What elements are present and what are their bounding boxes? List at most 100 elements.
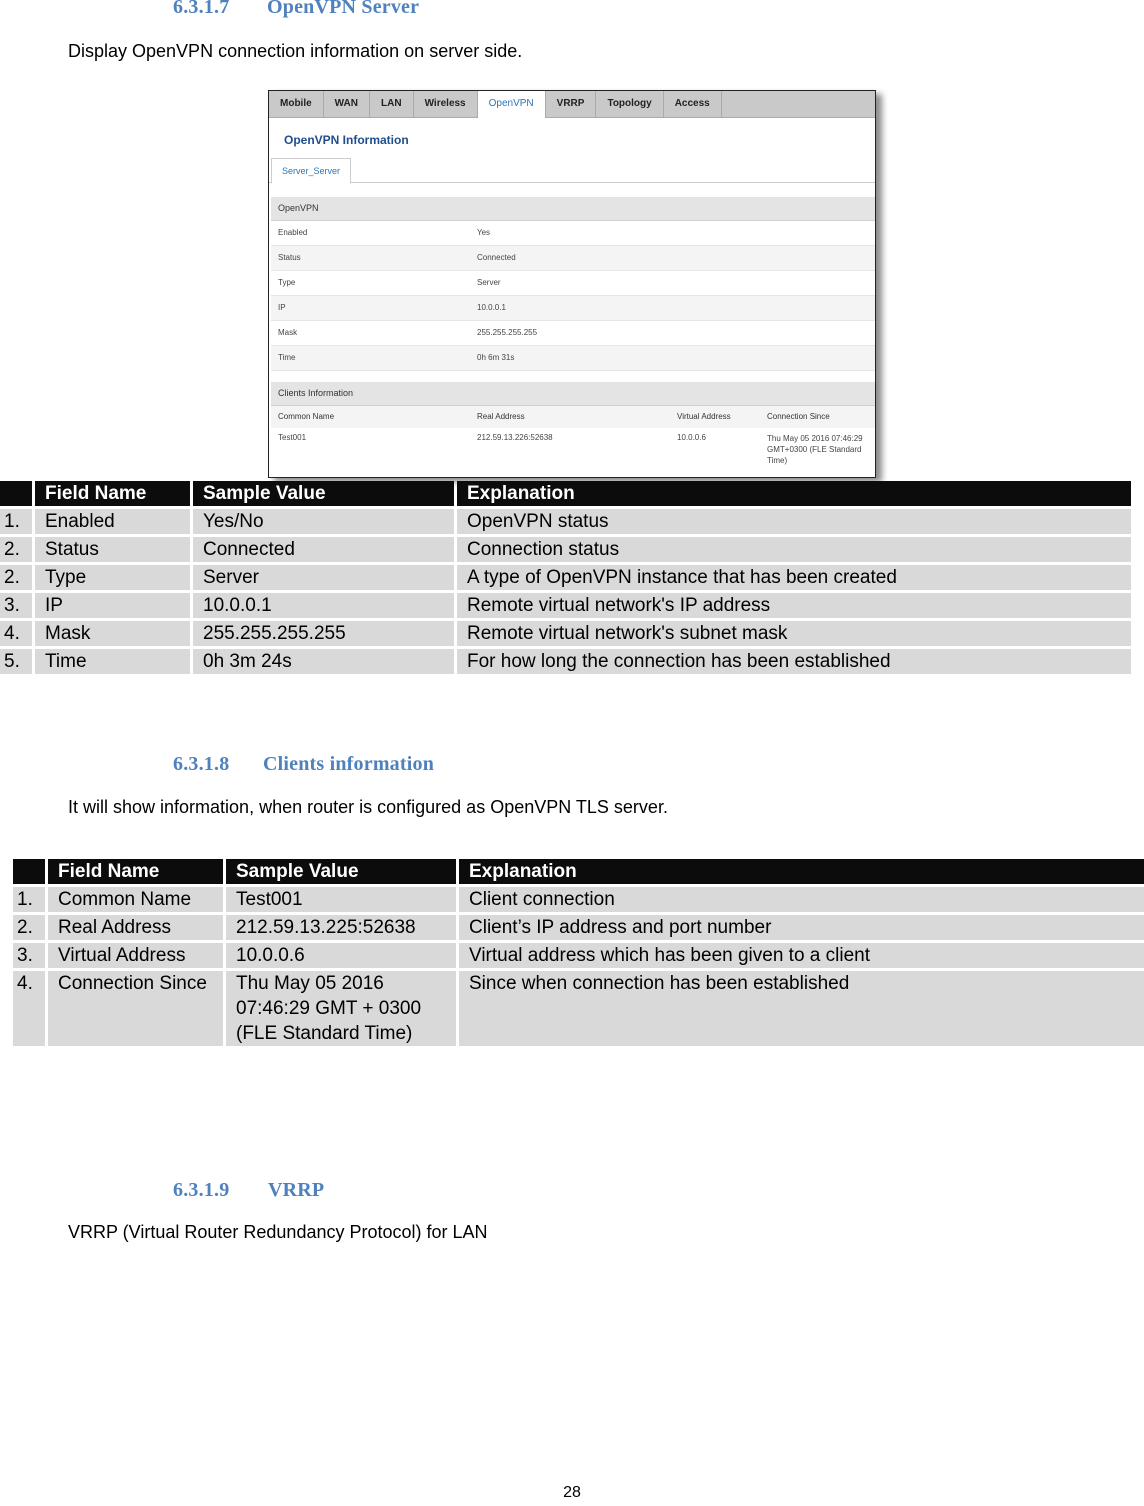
section-number: 6.3.1.8 — [173, 753, 230, 775]
openvpn-status-section: OpenVPN Enabled Yes Status Connected Type S… — [271, 197, 875, 371]
status-value: 0h 6m 31s — [477, 353, 515, 362]
status-row: IP 10.0.0.1 — [271, 296, 875, 321]
status-rows: Enabled Yes Status Connected Type Server IP… — [271, 221, 875, 371]
sample-value: Thu May 05 2016 07:46:29 GMT + 0300 (FLE… — [226, 971, 456, 1046]
explanation: Client’s IP address and port number — [459, 915, 1144, 940]
column-header: Virtual Address — [677, 412, 731, 421]
status-key: Time — [278, 353, 296, 362]
sample-value: 10.0.0.6 — [226, 943, 456, 968]
table-header-row: Field Name Sample Value Explanation — [0, 481, 1131, 506]
tab-openvpn[interactable]: OpenVPN — [477, 91, 546, 118]
tab-vrrp[interactable]: VRRP — [546, 91, 597, 117]
main-tab-bar: Mobile WAN LAN Wireless OpenVPN VRRP Top… — [269, 91, 875, 118]
tab-mobile[interactable]: Mobile — [269, 91, 324, 117]
column-header: Connection Since — [767, 412, 830, 421]
router-ui-screenshot: Mobile WAN LAN Wireless OpenVPN VRRP Top… — [268, 90, 876, 478]
section-title: OpenVPN Server — [267, 0, 420, 18]
field-name: Mask — [35, 621, 190, 646]
tab-topology[interactable]: Topology — [596, 91, 664, 117]
explanation: Client connection — [459, 887, 1144, 912]
explanation: Remote virtual network's IP address — [457, 593, 1131, 618]
section-description: VRRP (Virtual Router Redundancy Protocol… — [68, 1222, 488, 1242]
status-value: Yes — [477, 228, 491, 237]
column-header-explanation: Explanation — [459, 859, 1144, 884]
table-row: 3. Virtual Address 10.0.0.6 Virtual address… — [13, 943, 1144, 968]
table-row: 4. Mask 255.255.255.255 Remote virtual netw… — [0, 621, 1131, 646]
explanation: Since when connection has been establish… — [459, 971, 1144, 1046]
field-name: Enabled — [35, 509, 190, 534]
status-key: Enabled — [278, 228, 308, 237]
column-header-sample-value: Sample Value — [193, 481, 454, 506]
table-row: 2. Status Connected Connection status — [0, 537, 1131, 562]
tab-wan[interactable]: WAN — [324, 91, 371, 117]
explanation: Remote virtual network's subnet mask — [457, 621, 1131, 646]
field-name: Common Name — [48, 887, 223, 912]
sample-value: 212.59.13.225:52638 — [226, 915, 456, 940]
openvpn-information-title: OpenVPN Information — [284, 133, 409, 147]
table-row: 3. IP 10.0.0.1 Remote virtual network's IP … — [0, 593, 1131, 618]
status-value: 10.0.0.1 — [477, 303, 506, 312]
field-name: Type — [35, 565, 190, 590]
status-row: Time 0h 6m 31s — [271, 346, 875, 371]
row-index: 2. — [0, 537, 32, 562]
row-index: 4. — [13, 971, 45, 1046]
tab-server-server[interactable]: Server_Server — [271, 158, 352, 184]
column-header: Common Name — [278, 412, 335, 421]
section-number: 6.3.1.7 — [173, 0, 230, 18]
column-header: Real Address — [477, 412, 525, 421]
sample-value: Test001 — [226, 887, 456, 912]
status-row: Mask 255.255.255.255 — [271, 321, 875, 346]
table-row: 1. Common Name Test001 Client connection — [13, 887, 1144, 912]
explanation: Connection status — [457, 537, 1131, 562]
client-connection-since: Thu May 05 2016 07:46:29 GMT+0300 (FLE S… — [767, 434, 863, 465]
tab-access[interactable]: Access — [664, 91, 722, 117]
column-header-sample-value: Sample Value — [226, 859, 456, 884]
status-value: Server — [477, 278, 501, 287]
clients-information-section: Clients Information Common Name Real Add… — [271, 382, 875, 468]
row-index: 5. — [0, 649, 32, 674]
status-key: Status — [278, 253, 301, 262]
page-number: 28 — [563, 1484, 581, 1501]
column-header-explanation: Explanation — [457, 481, 1131, 506]
row-index: 3. — [0, 593, 32, 618]
row-index: 2. — [0, 565, 32, 590]
explanation: OpenVPN status — [457, 509, 1131, 534]
section-title: Clients information — [263, 753, 435, 775]
column-header-index — [13, 859, 45, 884]
sample-value: 10.0.0.1 — [193, 593, 454, 618]
explanation: A type of OpenVPN instance that has been… — [457, 565, 1131, 590]
openvpn-server-fields-table: Field Name Sample Value Explanation 1. En… — [0, 478, 1134, 677]
status-key: Type — [278, 278, 296, 287]
field-name: IP — [35, 593, 190, 618]
section-description: Display OpenVPN connection information o… — [68, 41, 523, 61]
section-heading-clients-information: 6.3.1.8 Clients information — [173, 753, 434, 776]
column-header-field-name: Field Name — [35, 481, 190, 506]
section-heading-vrrp: 6.3.1.9 VRRP — [173, 1179, 324, 1202]
column-header-field-name: Field Name — [48, 859, 223, 884]
table-row: 2. Real Address 212.59.13.225:52638 Client’… — [13, 915, 1144, 940]
client-row: Test001 212.59.13.226:52638 10.0.0.6 Thu… — [271, 428, 875, 468]
explanation: For how long the connection has been est… — [457, 649, 1131, 674]
sample-value: Yes/No — [193, 509, 454, 534]
status-value: 255.255.255.255 — [477, 328, 538, 337]
field-name: Virtual Address — [48, 943, 223, 968]
instance-tab-bar: Server_Server — [269, 158, 875, 184]
tab-wireless[interactable]: Wireless — [414, 91, 478, 117]
column-header-index — [0, 481, 32, 506]
row-index: 1. — [13, 887, 45, 912]
table-body: 1. Enabled Yes/No OpenVPN status 2. Status Con… — [0, 509, 1131, 674]
tab-lan[interactable]: LAN — [370, 91, 414, 117]
section-header: OpenVPN — [271, 197, 875, 221]
field-name: Time — [35, 649, 190, 674]
status-row: Enabled Yes — [271, 221, 875, 246]
row-index: 2. — [13, 915, 45, 940]
status-row: Type Server — [271, 271, 875, 296]
sample-value: 0h 3m 24s — [193, 649, 454, 674]
section-number: 6.3.1.9 — [173, 1179, 230, 1201]
explanation: Virtual address which has been given to … — [459, 943, 1144, 968]
status-value: Connected — [477, 253, 516, 262]
table-header-row: Field Name Sample Value Explanation — [13, 859, 1144, 884]
status-row: Status Connected — [271, 246, 875, 271]
row-index: 1. — [0, 509, 32, 534]
table-body: 1. Common Name Test001 Client connection 2. R… — [13, 887, 1144, 1046]
